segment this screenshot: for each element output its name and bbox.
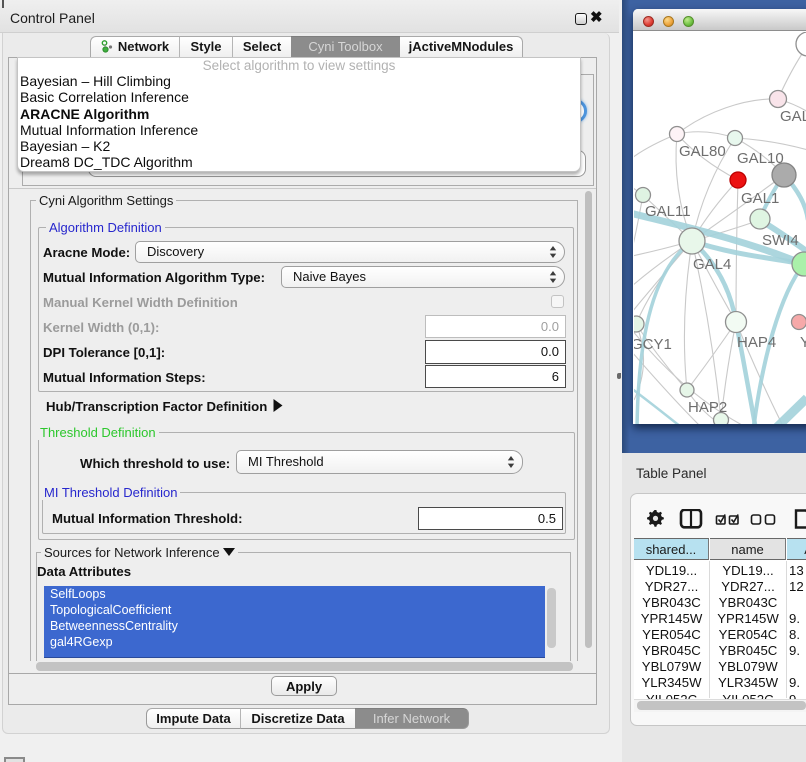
- svg-text:GCY1: GCY1: [634, 336, 672, 353]
- svg-text:GAL4: GAL4: [693, 256, 731, 273]
- svg-text:GAL1: GAL1: [741, 190, 779, 207]
- svg-text:GAL80: GAL80: [679, 143, 726, 160]
- svg-text:Y: Y: [800, 334, 806, 351]
- svg-text:SWI4: SWI4: [762, 232, 799, 249]
- svg-text:GAL11: GAL11: [645, 203, 691, 220]
- svg-text:GAL10: GAL10: [737, 150, 784, 167]
- svg-text:HAP2: HAP2: [688, 399, 727, 416]
- svg-text:HAP4: HAP4: [737, 334, 776, 351]
- svg-text:GAL2: GAL2: [780, 108, 806, 125]
